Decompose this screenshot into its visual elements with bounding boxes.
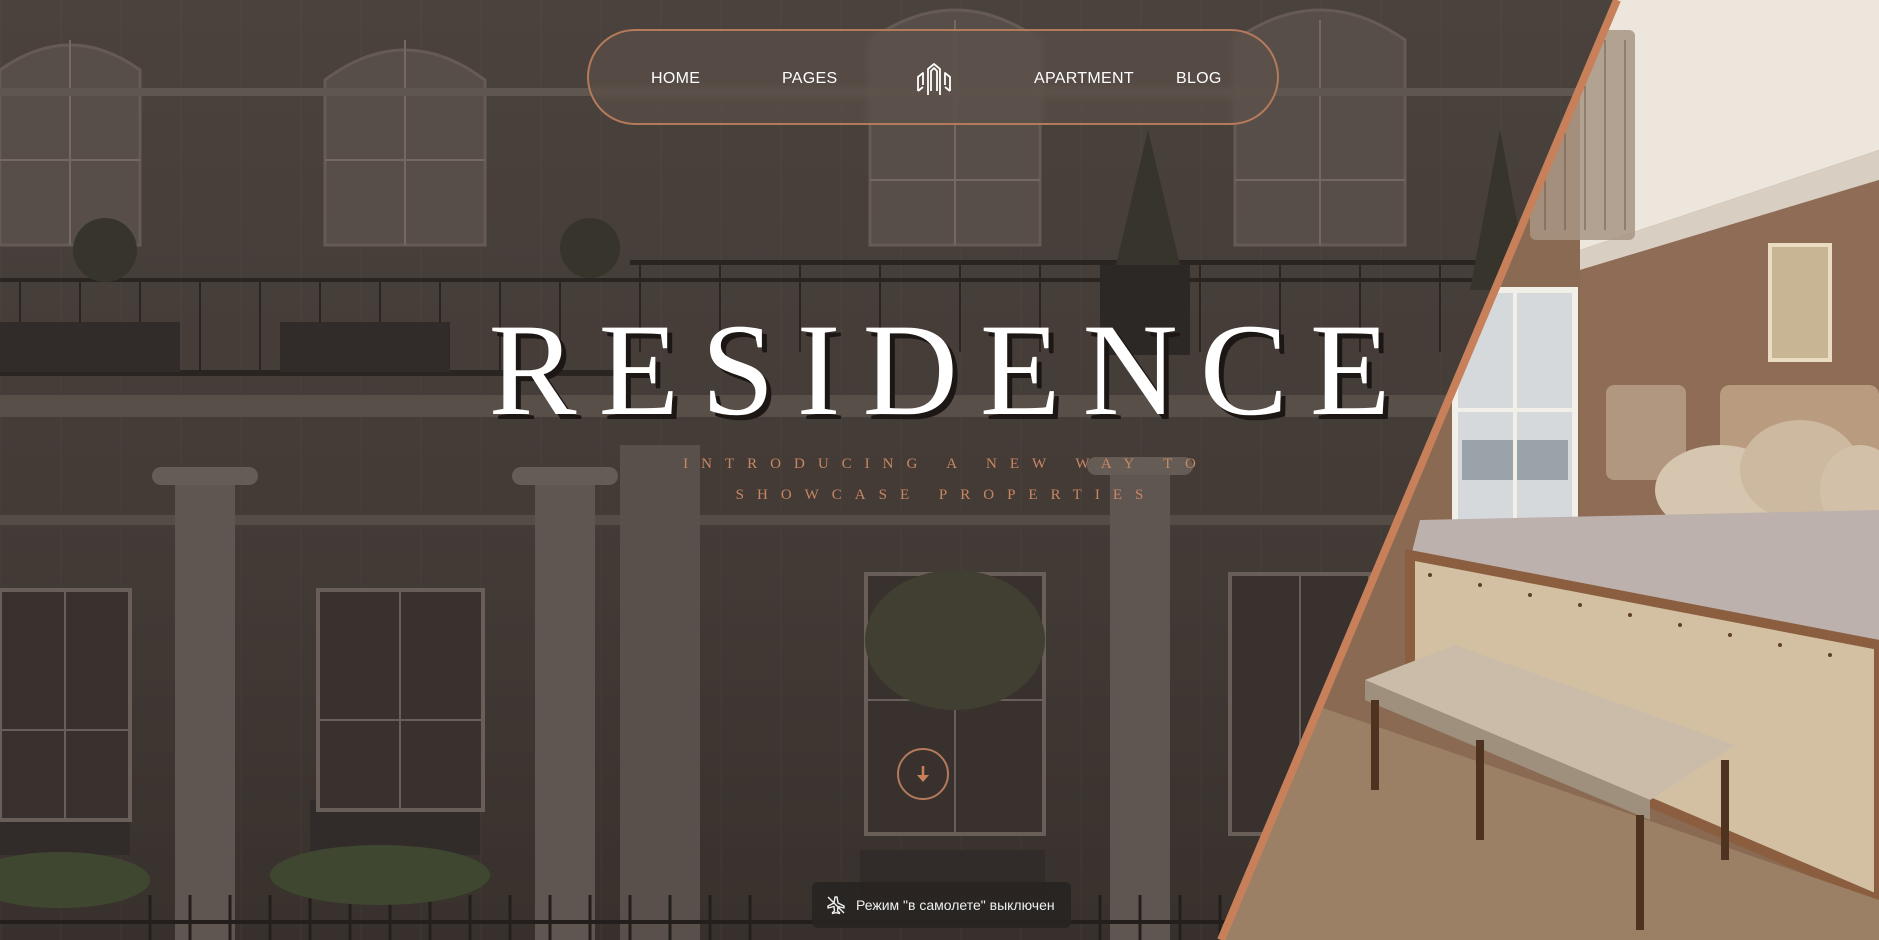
- hero-subtitle-line1: INTRODUCING A NEW WAY TO: [683, 456, 1209, 472]
- nav-apartment-link[interactable]: APARTMENT: [1034, 31, 1134, 127]
- nav-home-link[interactable]: HOME: [651, 31, 700, 127]
- main-navigation: HOME PAGES APARTMENT BLOG: [587, 29, 1279, 125]
- toast-text: Режим "в самолете" выключен: [856, 897, 1055, 913]
- airplane-off-icon: [827, 896, 845, 915]
- hero-subtitle-line2: SHOWCASE PROPERTIES: [735, 487, 1157, 503]
- hero-section: HOME PAGES APARTMENT BLOG RESIDENCE INTR…: [0, 0, 1879, 940]
- nav-blog-link[interactable]: BLOG: [1176, 31, 1222, 127]
- building-columns-logo-icon[interactable]: [914, 61, 954, 99]
- airplane-mode-toast: Режим "в самолете" выключен: [812, 882, 1071, 928]
- nav-pages-link[interactable]: PAGES: [782, 31, 837, 127]
- hero-title: RESIDENCE: [488, 296, 1413, 443]
- arrow-down-icon: [917, 766, 929, 782]
- scroll-down-button[interactable]: [897, 748, 949, 800]
